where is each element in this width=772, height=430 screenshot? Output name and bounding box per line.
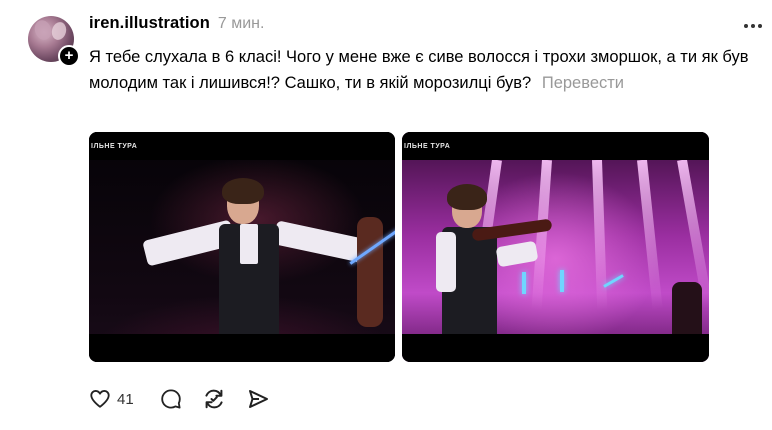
avatar-shape	[49, 20, 69, 42]
timestamp[interactable]: 7 мин.	[218, 15, 265, 33]
post-text-container: Я тебе слухала в 6 класі! Чого у мене вж…	[89, 44, 749, 96]
like-count: 41	[117, 390, 134, 408]
post-header: iren.illustration 7 мин.	[89, 14, 264, 38]
repost-icon	[202, 387, 226, 411]
heart-icon	[89, 388, 111, 410]
media-video-2[interactable]: ІЛЬНЕ ТУРА	[402, 132, 709, 362]
comment-icon	[160, 388, 182, 410]
translate-link[interactable]: Перевести	[542, 74, 624, 92]
share-button[interactable]	[246, 387, 270, 411]
share-icon	[246, 387, 270, 411]
repost-button[interactable]	[202, 387, 226, 411]
post-card: + iren.illustration 7 мин. Я тебе слухал…	[0, 0, 772, 430]
username[interactable]: iren.illustration	[89, 14, 210, 33]
performer-figure	[402, 132, 709, 362]
more-options-icon[interactable]	[744, 24, 762, 28]
avatar[interactable]: +	[28, 16, 80, 67]
follow-plus-icon[interactable]: +	[58, 45, 80, 67]
action-bar: 41	[89, 386, 290, 412]
performer-figure	[89, 132, 395, 362]
post-text: Я тебе слухала в 6 класі! Чого у мене вж…	[89, 48, 749, 92]
media-video-1[interactable]: ІЛЬНЕ ТУРА	[89, 132, 395, 362]
like-button[interactable]: 41	[89, 388, 134, 410]
avatar-shape	[32, 17, 54, 43]
letterbox-bottom	[402, 334, 709, 362]
comment-button[interactable]	[160, 388, 182, 410]
letterbox-bottom	[89, 334, 395, 362]
